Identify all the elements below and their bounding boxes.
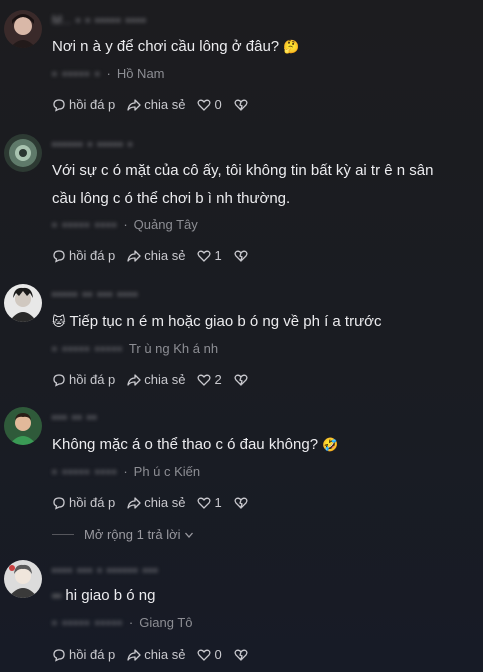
location: Ph ú c Kiến (133, 464, 201, 479)
comment-text: 🐱 Tiếp tục n é m hoặc giao b ó ng về ph … (52, 308, 479, 336)
reply-icon (53, 648, 65, 662)
heart-icon (197, 497, 211, 509)
avatar[interactable] (4, 10, 42, 48)
comment-actions: hồi đá p chia sẻ 1 (52, 495, 251, 510)
like-button[interactable]: 1 (197, 495, 222, 510)
share-icon (127, 249, 141, 262)
comment-actions: hồi đá p chia sẻ 0 (52, 97, 251, 112)
share-icon (127, 373, 141, 386)
reply-icon (53, 98, 65, 112)
share-button[interactable]: chia sẻ (127, 372, 185, 387)
username[interactable]: ▪▪▪▪▪▪ ▪ ▪▪▪▪▪ ▪ (52, 137, 133, 151)
username[interactable]: M.. ▪ ▪ ▪▪▪▪▪ ▪▪▪▪ (52, 13, 147, 27)
like-count: 1 (214, 248, 222, 263)
broken-heart-icon (234, 99, 248, 111)
avatar[interactable] (4, 560, 42, 598)
comment-text: ▪▪ hi giao b ó ng (52, 582, 479, 610)
reply-icon (53, 373, 65, 387)
reply-icon (53, 249, 65, 263)
reply-button[interactable]: hồi đá p (52, 248, 115, 263)
username[interactable]: ▪▪▪▪ ▪▪▪ ▪ ▪▪▪▪▪▪ ▪▪▪ (52, 563, 159, 577)
expand-replies-button[interactable]: Mở rộng 1 trả lời (52, 527, 194, 542)
like-count: 1 (214, 495, 222, 510)
comment-actions: hồi đá p chia sẻ 2 (52, 372, 251, 387)
heart-icon (197, 99, 211, 111)
comment-meta: ▪ ▪▪▪▪▪ ▪▪▪▪▪ Tr ù ng Kh á nh (52, 341, 218, 356)
timestamp: ▪ ▪▪▪▪▪ ▪▪▪▪ (52, 217, 118, 232)
comment-text-line: Với sự c ó mặt của cô ấy, tôi không tin … (52, 162, 434, 179)
like-count: 0 (214, 647, 222, 662)
comment-meta: ▪ ▪▪▪▪▪ ▪▪▪▪ · Ph ú c Kiến (52, 464, 201, 479)
username[interactable]: ▪▪▪ ▪▪ ▪▪ (52, 410, 97, 424)
comment-meta: ▪ ▪▪▪▪▪ ▪ · Hồ Nam (52, 66, 165, 81)
username[interactable]: ▪▪▪▪▪ ▪▪ ▪▪▪ ▪▪▪▪ (52, 287, 139, 301)
location: Tr ù ng Kh á nh (128, 341, 219, 356)
reply-button[interactable]: hồi đá p (52, 97, 115, 112)
sticker-icon: ▪▪ (52, 588, 62, 603)
reply-button[interactable]: hồi đá p (52, 372, 115, 387)
avatar[interactable] (4, 407, 42, 445)
share-button[interactable]: chia sẻ (127, 248, 185, 263)
comment-meta: ▪ ▪▪▪▪▪ ▪▪▪▪ · Quảng Tây (52, 217, 198, 232)
cat-emoji-icon: 🐱 (52, 314, 66, 329)
share-button[interactable]: chia sẻ (127, 647, 185, 662)
timestamp: ▪ ▪▪▪▪▪ ▪▪▪▪▪ (52, 615, 123, 630)
comment-actions: hồi đá p chia sẻ 0 (52, 647, 251, 662)
like-button[interactable]: 1 (197, 248, 222, 263)
broken-heart-icon (234, 250, 248, 262)
thinking-emoji-icon: 🤔 (283, 39, 300, 54)
dislike-button[interactable] (234, 98, 251, 112)
like-count: 0 (214, 97, 222, 112)
like-button[interactable]: 0 (197, 647, 222, 662)
dislike-button[interactable] (234, 496, 251, 510)
timestamp: ▪ ▪▪▪▪▪ ▪ (52, 66, 101, 81)
share-button[interactable]: chia sẻ (127, 495, 185, 510)
like-count: 2 (214, 372, 222, 387)
chevron-down-icon (184, 532, 193, 538)
comment-actions: hồi đá p chia sẻ 1 (52, 248, 251, 263)
timestamp: ▪ ▪▪▪▪▪ ▪▪▪▪ (52, 464, 118, 479)
reply-button[interactable]: hồi đá p (52, 495, 115, 510)
comment-text-line: Nơi n à y để chơi cầu lông ở đâu? (52, 38, 280, 55)
heart-icon (197, 250, 211, 262)
comment-text: Không mặc á o thể thao c ó đau không? 🤣 (52, 431, 479, 459)
broken-heart-icon (234, 649, 248, 661)
comment-text-line: Tiếp tục n é m hoặc giao b ó ng về ph í … (69, 313, 382, 330)
comment-meta: ▪ ▪▪▪▪▪ ▪▪▪▪▪ · Giang Tô (52, 615, 193, 630)
timestamp: ▪ ▪▪▪▪▪ ▪▪▪▪▪ (52, 341, 123, 356)
comment-text-line: Không mặc á o thể thao c ó đau không? (52, 436, 319, 453)
comment-text-line: cầu lông c ó thể chơi b ì nh thường. (52, 190, 291, 207)
comment-text: Với sự c ó mặt của cô ấy, tôi không tin … (52, 157, 479, 213)
location: Hồ Nam (116, 66, 165, 81)
reply-icon (53, 496, 65, 510)
like-button[interactable]: 0 (197, 97, 222, 112)
dislike-button[interactable] (234, 373, 251, 387)
avatar[interactable] (4, 284, 42, 322)
broken-heart-icon (234, 497, 248, 509)
share-icon (127, 496, 141, 509)
avatar[interactable] (4, 134, 42, 172)
share-icon (127, 98, 141, 111)
rofl-emoji-icon: 🤣 (322, 437, 339, 452)
dislike-button[interactable] (234, 648, 251, 662)
comment-text-line: hi giao b ó ng (65, 587, 156, 604)
share-button[interactable]: chia sẻ (127, 97, 185, 112)
share-icon (127, 648, 141, 661)
reply-button[interactable]: hồi đá p (52, 647, 115, 662)
heart-icon (197, 649, 211, 661)
like-button[interactable]: 2 (197, 372, 222, 387)
heart-icon (197, 374, 211, 386)
location: Quảng Tây (133, 217, 198, 232)
divider (52, 534, 74, 535)
dislike-button[interactable] (234, 249, 251, 263)
location: Giang Tô (139, 615, 193, 630)
broken-heart-icon (234, 374, 248, 386)
comment-text: Nơi n à y để chơi cầu lông ở đâu? 🤔 (52, 33, 479, 61)
